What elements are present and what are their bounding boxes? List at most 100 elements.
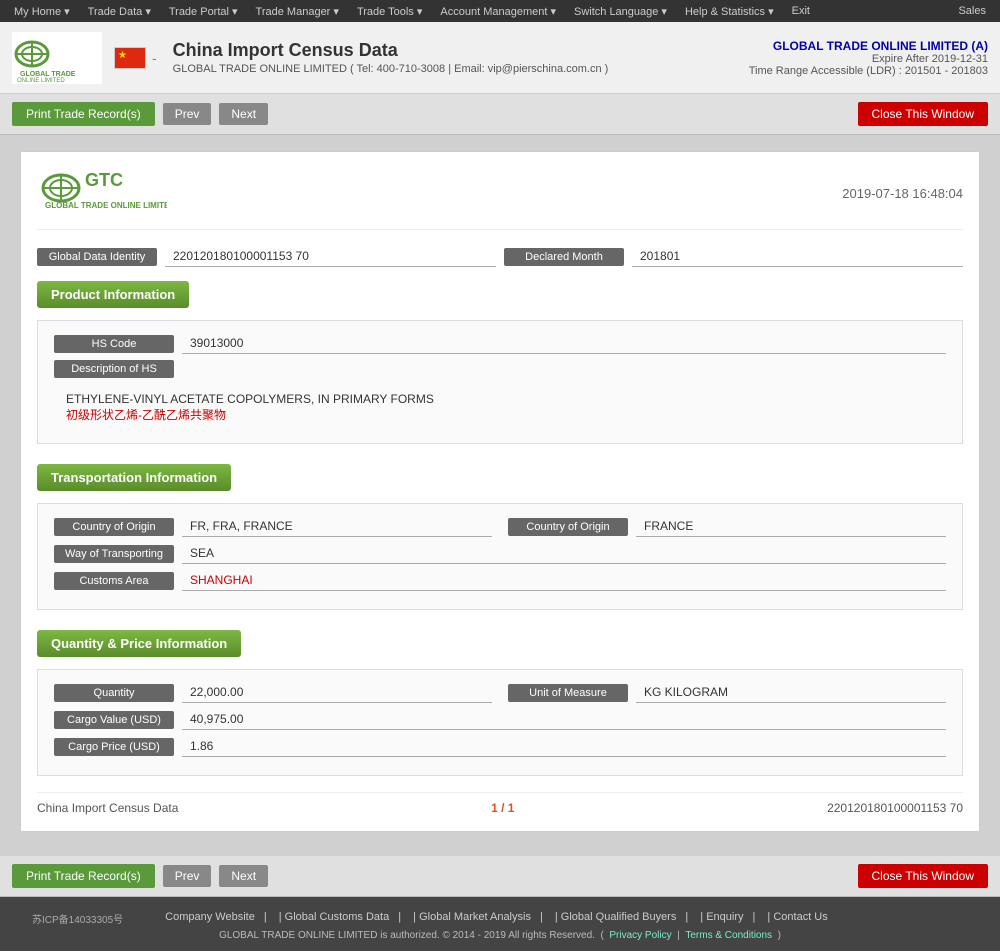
svg-text:GLOBAL TRADE ONLINE LIMITED: GLOBAL TRADE ONLINE LIMITED xyxy=(45,201,167,210)
cargo-value-row: Cargo Value (USD) 40,975.00 xyxy=(54,709,946,730)
qty-price-block: Quantity 22,000.00 Unit of Measure KG KI… xyxy=(37,669,963,776)
unit-measure-value: KG KILOGRAM xyxy=(636,682,946,703)
nav-trade-manager[interactable]: Trade Manager ▾ xyxy=(248,3,347,20)
nav-trade-data[interactable]: Trade Data ▾ xyxy=(80,3,159,20)
prev-button-top[interactable]: Prev xyxy=(163,103,212,125)
customs-area-label: Customs Area xyxy=(54,572,174,590)
divider: - xyxy=(152,50,157,66)
desc-hs-row: Description of HS xyxy=(54,360,946,378)
global-data-label: Global Data Identity xyxy=(37,248,157,266)
nav-switch-language[interactable]: Switch Language ▾ xyxy=(566,3,675,20)
way-transport-label: Way of Transporting xyxy=(54,545,174,563)
cargo-price-label: Cargo Price (USD) xyxy=(54,738,174,756)
nav-help-statistics[interactable]: Help & Statistics ▾ xyxy=(677,3,782,20)
cargo-price-row: Cargo Price (USD) 1.86 xyxy=(54,736,946,757)
quantity-label: Quantity xyxy=(54,684,174,702)
desc-english: ETHYLENE-VINYL ACETATE COPOLYMERS, IN PR… xyxy=(66,392,934,406)
cargo-price-value: 1.86 xyxy=(182,736,946,757)
page-title: China Import Census Data xyxy=(173,40,749,61)
page-footer: 苏ICP备14033305号 Company Website | Global … xyxy=(0,897,1000,951)
footer-title: China Import Census Data xyxy=(37,801,178,815)
transport-block: Country of Origin FR, FRA, FRANCE Countr… xyxy=(37,503,963,610)
footer-page: 1 / 1 xyxy=(491,801,514,815)
product-info-header: Product Information xyxy=(37,281,189,308)
toolbar-top: Print Trade Record(s) Prev Next Close Th… xyxy=(0,94,1000,135)
footer-link-company[interactable]: Company Website xyxy=(159,911,273,923)
terms-conditions-link[interactable]: Terms & Conditions xyxy=(685,930,772,941)
nav-sales[interactable]: Sales xyxy=(950,3,994,19)
cargo-value-label: Cargo Value (USD) xyxy=(54,711,174,729)
way-transport-value: SEA xyxy=(182,543,946,564)
company-subtitle: GLOBAL TRADE ONLINE LIMITED ( Tel: 400-7… xyxy=(173,63,749,75)
unit-measure-row: Unit of Measure KG KILOGRAM xyxy=(508,682,946,703)
next-button-bottom[interactable]: Next xyxy=(219,865,268,887)
logo: GLOBAL TRADE ONLINE LIMITED xyxy=(12,32,102,84)
close-button-top[interactable]: Close This Window xyxy=(858,102,988,126)
global-data-row: Global Data Identity 220120180100001153 … xyxy=(37,246,963,267)
print-button-top[interactable]: Print Trade Record(s) xyxy=(12,102,155,126)
record-header: GTC GLOBAL TRADE ONLINE LIMITED 2019-07-… xyxy=(37,168,963,230)
footer-link-buyers[interactable]: | Global Qualified Buyers xyxy=(549,911,694,923)
record-timestamp: 2019-07-18 16:48:04 xyxy=(842,186,963,201)
desc-hs-label: Description of HS xyxy=(54,360,174,378)
svg-text:ONLINE LIMITED: ONLINE LIMITED xyxy=(17,78,65,84)
footer-link-enquiry[interactable]: | Enquiry xyxy=(694,911,761,923)
footer-link-contact[interactable]: | Contact Us xyxy=(761,911,833,923)
nav-trade-tools[interactable]: Trade Tools ▾ xyxy=(349,3,430,20)
country-origin-row2: Country of Origin FRANCE xyxy=(508,516,946,537)
page-header: GLOBAL TRADE ONLINE LIMITED - China Impo… xyxy=(0,22,1000,94)
nav-trade-portal[interactable]: Trade Portal ▾ xyxy=(161,3,246,20)
company-info: GLOBAL TRADE ONLINE LIMITED (A) Expire A… xyxy=(749,39,988,77)
desc-block: ETHYLENE-VINYL ACETATE COPOLYMERS, IN PR… xyxy=(54,384,946,431)
prev-button-bottom[interactable]: Prev xyxy=(163,865,212,887)
qty-price-header: Quantity & Price Information xyxy=(37,630,241,657)
hs-code-value: 39013000 xyxy=(182,333,946,354)
country-origin-row1: Country of Origin FR, FRA, FRANCE xyxy=(54,516,492,537)
ldr-range: Time Range Accessible (LDR) : 201501 - 2… xyxy=(749,65,988,77)
close-button-bottom[interactable]: Close This Window xyxy=(858,864,988,888)
origin-row: Country of Origin FR, FRA, FRANCE Countr… xyxy=(54,516,946,543)
hs-code-label: HS Code xyxy=(54,335,174,353)
top-nav: My Home ▾ Trade Data ▾ Trade Portal ▾ Tr… xyxy=(0,0,1000,22)
icp-number: 苏ICP备14033305号 xyxy=(16,907,139,930)
nav-exit[interactable]: Exit xyxy=(784,3,818,20)
country-origin-value2: FRANCE xyxy=(636,516,946,537)
country-origin-label1: Country of Origin xyxy=(54,518,174,536)
transport-header: Transportation Information xyxy=(37,464,231,491)
customs-area-value: SHANGHAI xyxy=(182,570,946,591)
way-transport-row: Way of Transporting SEA xyxy=(54,543,946,564)
company-name: GLOBAL TRADE ONLINE LIMITED (A) xyxy=(749,39,988,53)
toolbar-bottom: Print Trade Record(s) Prev Next Close Th… xyxy=(0,856,1000,897)
footer-links: Company Website | Global Customs Data | … xyxy=(159,911,834,923)
main-content: GTC GLOBAL TRADE ONLINE LIMITED 2019-07-… xyxy=(0,135,1000,856)
footer-copy: GLOBAL TRADE ONLINE LIMITED is authorize… xyxy=(16,930,984,941)
print-button-bottom[interactable]: Print Trade Record(s) xyxy=(12,864,155,888)
global-data-value: 220120180100001153 70 xyxy=(165,246,496,267)
flag-area: - xyxy=(114,47,157,69)
next-button-top[interactable]: Next xyxy=(219,103,268,125)
quantity-row: Quantity 22,000.00 xyxy=(54,682,492,703)
expire-date: Expire After 2019-12-31 xyxy=(749,53,988,65)
record-footer: China Import Census Data 1 / 1 220120180… xyxy=(37,792,963,815)
declared-month-label: Declared Month xyxy=(504,248,624,266)
footer-link-market[interactable]: | Global Market Analysis xyxy=(407,911,549,923)
record-card: GTC GLOBAL TRADE ONLINE LIMITED 2019-07-… xyxy=(20,151,980,832)
footer-row: 苏ICP备14033305号 Company Website | Global … xyxy=(16,907,984,930)
declared-month-value: 201801 xyxy=(632,246,963,267)
nav-items: My Home ▾ Trade Data ▾ Trade Portal ▾ Tr… xyxy=(6,3,950,20)
quantity-value: 22,000.00 xyxy=(182,682,492,703)
record-logo: GTC GLOBAL TRADE ONLINE LIMITED xyxy=(37,168,167,219)
title-area: China Import Census Data GLOBAL TRADE ON… xyxy=(173,40,749,75)
nav-my-home[interactable]: My Home ▾ xyxy=(6,3,78,20)
customs-area-row: Customs Area SHANGHAI xyxy=(54,570,946,591)
footer-link-customs[interactable]: | Global Customs Data xyxy=(273,911,407,923)
product-info-block: HS Code 39013000 Description of HS ETHYL… xyxy=(37,320,963,444)
country-origin-label2: Country of Origin xyxy=(508,518,628,536)
unit-measure-label: Unit of Measure xyxy=(508,684,628,702)
privacy-policy-link[interactable]: Privacy Policy xyxy=(609,930,671,941)
cargo-value-value: 40,975.00 xyxy=(182,709,946,730)
nav-account-management[interactable]: Account Management ▾ xyxy=(432,3,564,20)
country-origin-value1: FR, FRA, FRANCE xyxy=(182,516,492,537)
svg-text:GTC: GTC xyxy=(85,170,123,190)
desc-chinese: 初级形状乙烯-乙酰乙烯共聚物 xyxy=(66,406,934,423)
